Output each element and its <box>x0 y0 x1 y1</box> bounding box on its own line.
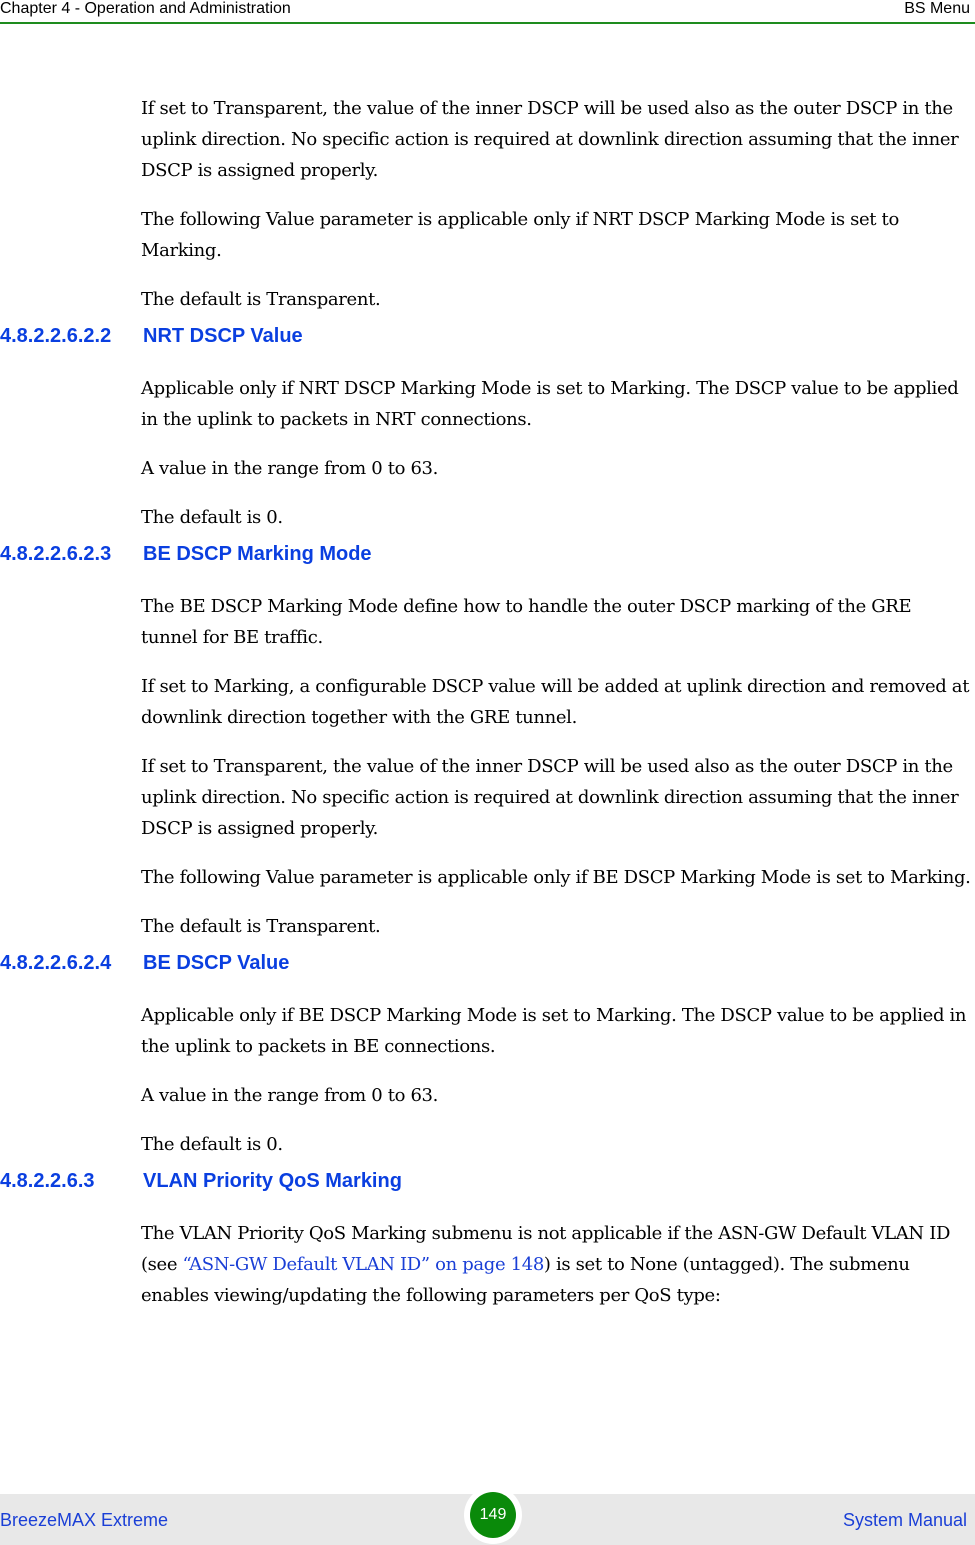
paragraph: The default is 0. <box>141 507 283 528</box>
section-number: 4.8.2.2.6.2.3 <box>0 543 112 565</box>
section-title: VLAN Priority QoS Marking <box>143 1170 402 1192</box>
page-number: 149 <box>470 1492 516 1538</box>
section-title: BE DSCP Value <box>143 952 290 974</box>
paragraph: If set to Transparent, the value of the … <box>141 756 959 839</box>
chapter-title: Chapter 4 - Operation and Administration <box>0 0 291 17</box>
paragraph: A value in the range from 0 to 63. <box>141 458 439 479</box>
section-heading-be-dscp-marking-mode: 4.8.2.2.6.2.3 BE DSCP Marking Mode <box>0 543 975 573</box>
document-name: System Manual <box>842 1510 967 1530</box>
paragraph: The following Value parameter is applica… <box>141 867 971 888</box>
section-title: BE DSCP Marking Mode <box>143 543 372 565</box>
page-number-badge: 149 <box>464 1486 522 1544</box>
section-number: 4.8.2.2.6.3 <box>0 1170 95 1192</box>
paragraph: If set to Marking, a configurable DSCP v… <box>141 676 970 728</box>
paragraph: The following Value parameter is applica… <box>141 209 899 261</box>
page-content: If set to Transparent, the value of the … <box>0 75 975 1327</box>
section-number: 4.8.2.2.6.2.2 <box>0 325 112 347</box>
paragraph: The default is Transparent. <box>141 289 381 310</box>
paragraph: The BE DSCP Marking Mode define how to h… <box>141 596 912 648</box>
section-title: BS Menu <box>904 0 970 17</box>
page-footer: BreezeMAX Extreme 149 System Manual <box>0 1486 975 1545</box>
product-name: BreezeMAX Extreme <box>0 1510 169 1530</box>
section-heading-be-dscp-value: 4.8.2.2.6.2.4 BE DSCP Value <box>0 952 975 982</box>
paragraph: Applicable only if BE DSCP Marking Mode … <box>141 1005 967 1057</box>
page-header: Chapter 4 - Operation and Administration… <box>0 0 975 24</box>
paragraph: The VLAN Priority QoS Marking submenu is… <box>141 1218 971 1311</box>
section-title: NRT DSCP Value <box>143 325 303 347</box>
cross-reference-link[interactable]: “ASN-GW Default VLAN ID” on page 148 <box>183 1254 545 1275</box>
section-heading-vlan-priority-qos-marking: 4.8.2.2.6.3 VLAN Priority QoS Marking <box>0 1170 975 1200</box>
section-heading-nrt-dscp-value: 4.8.2.2.6.2.2 NRT DSCP Value <box>0 325 975 355</box>
paragraph: A value in the range from 0 to 63. <box>141 1085 439 1106</box>
paragraph: Applicable only if NRT DSCP Marking Mode… <box>141 378 959 430</box>
paragraph: The default is 0. <box>141 1134 283 1155</box>
section-number: 4.8.2.2.6.2.4 <box>0 952 112 974</box>
paragraph: The default is Transparent. <box>141 916 381 937</box>
paragraph: If set to Transparent, the value of the … <box>141 98 959 181</box>
